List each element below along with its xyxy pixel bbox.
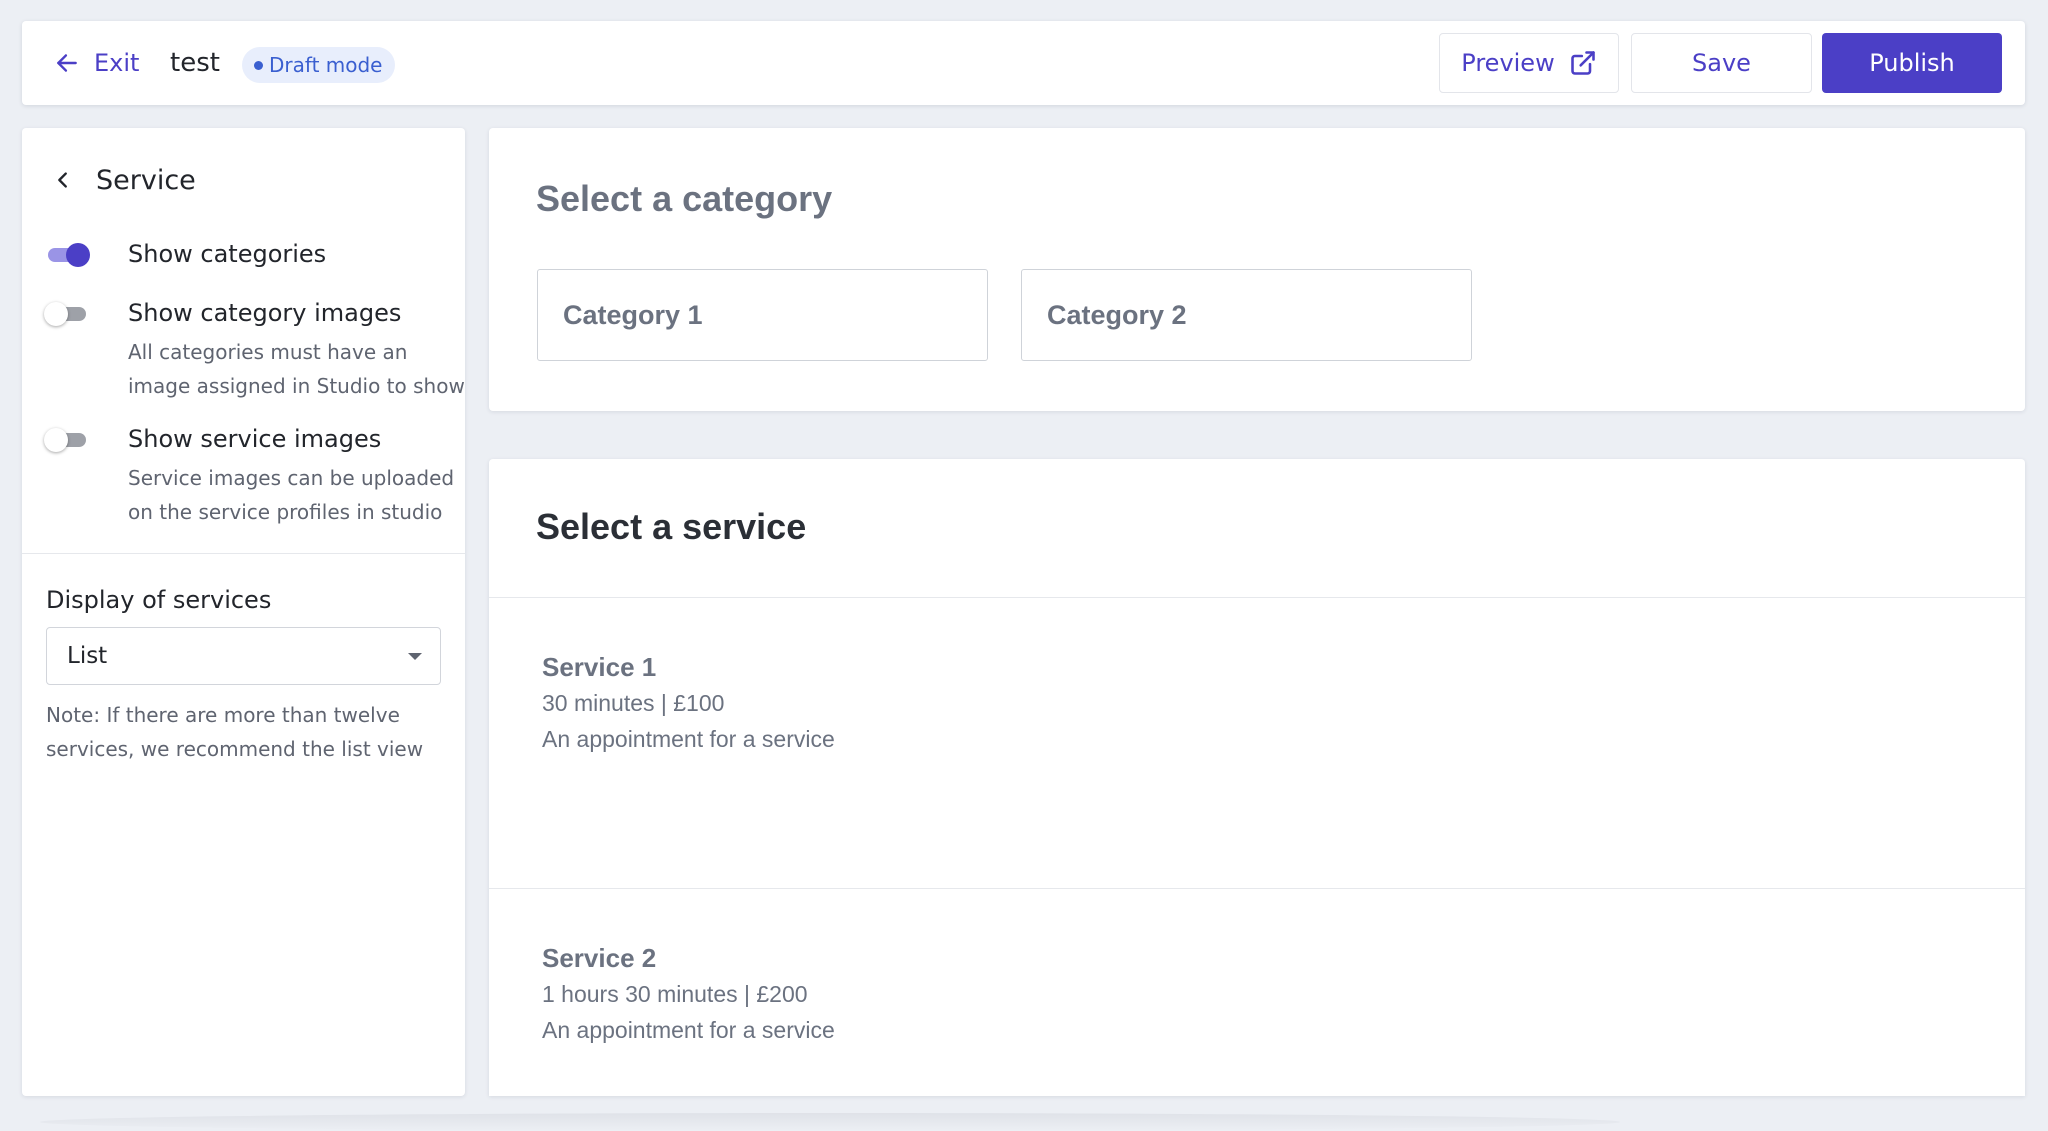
- service-meta: 30 minutes | £100: [542, 690, 725, 716]
- back-to-service-button[interactable]: Service: [52, 160, 196, 200]
- panel-title: Service: [96, 164, 196, 196]
- preview-button[interactable]: Preview: [1439, 33, 1619, 93]
- show-categories-toggle[interactable]: [46, 240, 90, 268]
- exit-label: Exit: [94, 49, 140, 77]
- category-section: Select a category Category 1 Category 2: [489, 128, 2025, 411]
- arrow-left-icon: [57, 54, 77, 72]
- settings-panel: Service Show categories Show category im…: [22, 128, 465, 1096]
- save-button[interactable]: Save: [1631, 33, 1812, 93]
- divider: [489, 597, 2025, 598]
- service-description: An appointment for a service: [542, 726, 835, 752]
- category-label: Category 2: [1047, 300, 1187, 330]
- service-item-1[interactable]: Service 1 30 minutes | £100 An appointme…: [542, 649, 835, 757]
- status-dot-icon: [254, 60, 263, 70]
- category-option-2[interactable]: Category 2: [1021, 269, 1472, 361]
- service-section: Select a service Service 1 30 minutes | …: [489, 459, 2025, 1096]
- service-name: Service 1: [542, 652, 657, 682]
- divider: [489, 888, 2025, 889]
- scroll-shadow: [40, 1113, 1620, 1131]
- toggle-label: Show categories: [128, 240, 327, 268]
- service-meta: 1 hours 30 minutes | £200: [542, 981, 808, 1007]
- show-category-images-toggle[interactable]: [44, 299, 90, 327]
- category-label: Category 1: [563, 300, 703, 330]
- exit-button[interactable]: Exit: [54, 45, 139, 81]
- status-badge: Draft mode: [242, 47, 395, 83]
- top-bar: Exit test Draft mode Preview Save Publis…: [22, 21, 2025, 105]
- page-name: test: [170, 48, 220, 78]
- service-name: Service 2: [542, 943, 657, 973]
- caret-down-icon: [408, 653, 422, 660]
- status-badge-label: Draft mode: [269, 53, 383, 77]
- chevron-left-icon: [58, 172, 67, 188]
- display-of-services-label: Display of services: [46, 586, 272, 614]
- service-heading: Select a service: [536, 506, 807, 547]
- service-description: An appointment for a service: [542, 1017, 835, 1043]
- divider: [22, 553, 465, 554]
- publish-button[interactable]: Publish: [1822, 33, 2002, 93]
- toggle-label: Show service images: [128, 425, 382, 453]
- display-of-services-select[interactable]: List: [46, 627, 441, 685]
- select-value: List: [67, 643, 108, 669]
- category-heading: Select a category: [536, 178, 833, 219]
- display-note: Note: If there are more than twelve serv…: [46, 703, 424, 761]
- preview-label: Preview: [1461, 49, 1555, 77]
- toggle-help-text: Service images can be uploaded on the se…: [128, 466, 455, 524]
- show-service-images-toggle[interactable]: [44, 425, 90, 453]
- category-option-1[interactable]: Category 1: [537, 269, 988, 361]
- toggle-label: Show category images: [128, 299, 402, 327]
- toggle-help-text: All categories must have an image assign…: [128, 340, 465, 398]
- external-link-icon: [1570, 51, 1595, 75]
- service-item-2[interactable]: Service 2 1 hours 30 minutes | £200 An a…: [542, 940, 835, 1048]
